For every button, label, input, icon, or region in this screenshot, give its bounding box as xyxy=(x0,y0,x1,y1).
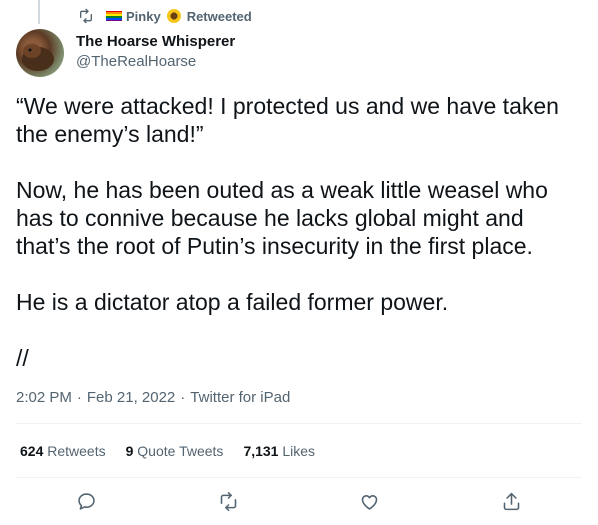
quote-tweets-stat[interactable]: 9 Quote Tweets xyxy=(126,443,224,459)
meta-separator: · xyxy=(180,389,186,406)
tweet-text: “We were attacked! I protected us and we… xyxy=(16,93,559,371)
author-block[interactable]: The Hoarse Whisperer @TheRealHoarse xyxy=(76,33,235,72)
horse-avatar-icon xyxy=(22,44,54,71)
avatar[interactable] xyxy=(16,29,64,77)
author-handle[interactable]: @TheRealHoarse xyxy=(76,52,235,72)
likes-label: Likes xyxy=(282,443,316,459)
share-icon xyxy=(503,492,520,510)
retweet-indicator-icon xyxy=(78,8,94,24)
reply-icon xyxy=(78,492,95,510)
reply-button[interactable] xyxy=(70,484,104,518)
meta-separator: · xyxy=(76,389,82,406)
retweets-label: Retweets xyxy=(47,443,106,459)
quotes-count: 9 xyxy=(125,443,134,459)
share-button[interactable] xyxy=(494,484,528,518)
tweet-source[interactable]: Twitter for iPad xyxy=(190,389,290,406)
quotes-label: Quote Tweets xyxy=(137,443,224,459)
tweet-time[interactable]: 2:02 PM xyxy=(16,389,72,406)
tweet-meta: 2:02 PM · Feb 21, 2022 · Twitter for iPa… xyxy=(16,389,290,406)
divider xyxy=(16,423,582,424)
tweet-stats: 624 Retweets 9 Quote Tweets 7,131 Likes xyxy=(20,443,315,459)
likes-stat[interactable]: 7,131 Likes xyxy=(243,443,315,459)
retweets-stat[interactable]: 624 Retweets xyxy=(20,443,106,459)
tweet-date[interactable]: Feb 21, 2022 xyxy=(87,389,175,406)
like-button[interactable] xyxy=(353,484,387,518)
heart-icon xyxy=(361,494,378,510)
thread-line xyxy=(38,0,40,24)
rainbow-flag-icon xyxy=(106,10,122,22)
tweet-actions xyxy=(16,484,582,518)
retweets-count: 624 xyxy=(20,443,44,459)
retweeter-name[interactable]: Pinky xyxy=(126,9,161,24)
retweet-icon xyxy=(220,491,237,511)
retweet-button[interactable] xyxy=(211,484,245,518)
retweeted-label: Retweeted xyxy=(186,8,252,24)
sunflower-icon xyxy=(166,9,181,23)
likes-count: 7,131 xyxy=(243,443,279,459)
retweet-indicator: Pinky Retweeted xyxy=(78,7,252,25)
divider xyxy=(16,477,582,478)
author-display-name[interactable]: The Hoarse Whisperer xyxy=(76,33,235,51)
